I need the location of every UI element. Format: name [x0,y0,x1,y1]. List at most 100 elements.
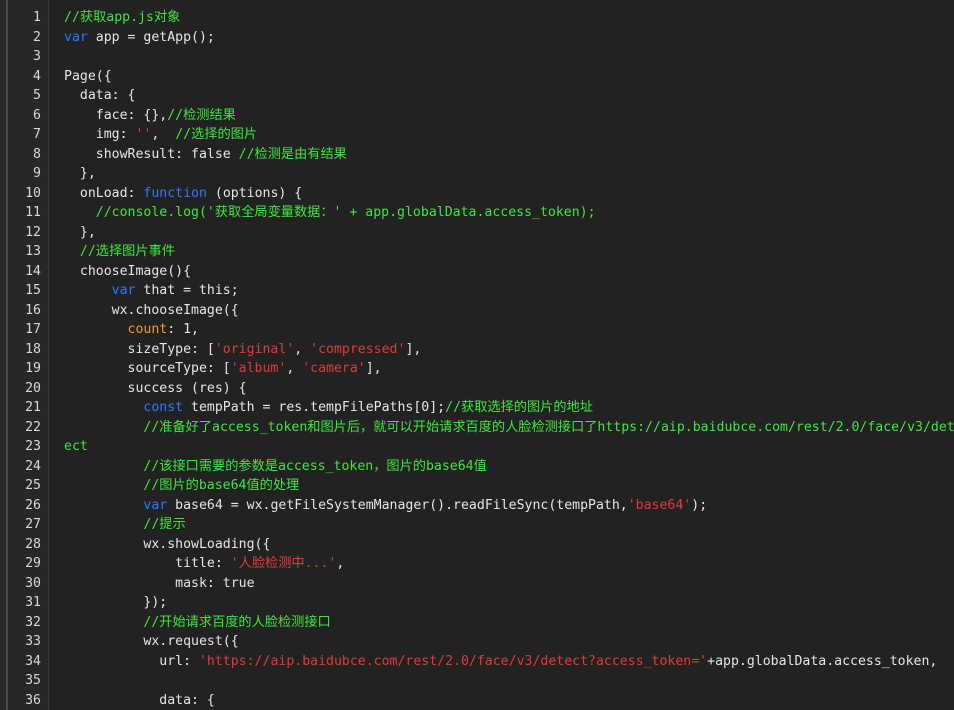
code-content[interactable]: const tempPath = res.tempFilePaths[0];//… [64,398,954,418]
code-line[interactable]: 16 wx.chooseImage({ [0,301,954,321]
code-text: onLoad: [64,185,144,201]
code-line[interactable]: 26 var base64 = wx.getFileSystemManager(… [0,496,954,516]
code-line[interactable]: 33 wx.request({ [0,632,954,652]
code-line[interactable]: 10 onLoad: function (options) { [0,184,954,204]
code-line[interactable]: 29 title: '人脸检测中...', [0,554,954,574]
code-line[interactable]: 15 var that = this; [0,281,954,301]
code-content[interactable]: face: {},//检测结果 [64,106,954,126]
code-content[interactable]: wx.showLoading({ [64,535,954,555]
code-line[interactable]: 27 //提示 [0,515,954,535]
code-line[interactable]: 18 sizeType: ['original', 'compressed'], [0,340,954,360]
code-line[interactable]: 6 face: {},//检测结果 [0,106,954,126]
code-keyword: const [143,400,184,415]
line-number: 17 [25,322,41,337]
line-number: 34 [25,653,41,669]
code-line[interactable]: 4 Page({ [0,67,954,87]
code-line[interactable]: 35 [0,671,954,691]
line-number: 9 [33,166,41,181]
code-content[interactable]: data: { [64,691,954,710]
code-content[interactable]: onLoad: function (options) { [64,184,954,204]
code-content[interactable]: success (res) { [64,379,954,399]
code-line[interactable]: 12 }, [0,223,954,243]
code-content[interactable]: count: 1, [64,320,954,340]
code-content[interactable]: }, [64,223,954,243]
code-content[interactable]: chooseImage(){ [64,262,954,282]
code-text: wx.showLoading({ [64,536,271,552]
line-number: 2 [33,29,41,45]
line-number: 33 [25,634,41,649]
code-line[interactable]: 25 //图片的base64值的处理 [0,476,954,496]
code-string: '人脸检测中...' [230,556,337,571]
code-text: (options) { [206,185,303,201]
code-content[interactable]: //开始请求百度的人脸检测接口 [64,613,954,633]
code-line[interactable]: 7 img: '', //选择的图片 [0,125,954,145]
code-content[interactable]: wx.chooseImage({ [64,301,954,321]
code-content[interactable]: }); [64,593,954,613]
code-content[interactable]: //提示 [64,515,954,535]
line-number: 12 [25,224,41,240]
code-comment: //提示 [64,517,186,532]
code-content[interactable]: sizeType: ['original', 'compressed'], [64,340,954,360]
code-line[interactable]: 14 chooseImage(){ [0,262,954,282]
code-content[interactable]: mask: true [64,574,954,594]
code-line[interactable]: 34 url: 'https://aip.baidubce.com/rest/2… [0,652,954,672]
code-line[interactable]: 24 //该接口需要的参数是access_token，图片的base64值 [0,457,954,477]
line-number: 22 [25,419,41,435]
code-line[interactable]: 2 var app = getApp(); [0,28,954,48]
line-number: 6 [33,107,41,123]
code-line[interactable]: 32 //开始请求百度的人脸检测接口 [0,613,954,633]
code-text: wx.request({ [64,634,239,649]
code-content[interactable]: //console.log('获取全局变量数据：' + app.globalDa… [64,203,954,223]
code-line[interactable]: 9 }, [0,164,954,184]
code-line[interactable]: 11 //console.log('获取全局变量数据：' + app.globa… [0,203,954,223]
code-line[interactable]: 36 data: { [0,691,954,710]
code-line[interactable]: 5 data: { [0,86,954,106]
code-line[interactable]: 28 wx.showLoading({ [0,535,954,555]
code-text: success (res) { [64,380,247,396]
code-text: , [336,556,345,571]
code-content[interactable]: data: { [64,86,954,106]
code-line[interactable]: 3 [0,47,954,67]
code-text: mask: true [64,575,255,591]
code-content[interactable]: title: '人脸检测中...', [64,554,954,574]
code-line[interactable]: 30 mask: true [0,574,954,594]
code-content[interactable]: //选择图片事件 [64,242,954,262]
code-content[interactable]: url: 'https://aip.baidubce.com/rest/2.0/… [64,652,954,672]
code-line[interactable]: 23 ect [0,437,954,457]
code-line[interactable]: 31 }); [0,593,954,613]
code-comment: //开始请求百度的人脸检测接口 [64,614,331,630]
code-line[interactable]: 1 //获取app.js对象 [0,8,954,28]
code-content[interactable]: wx.request({ [64,632,954,652]
code-content[interactable]: //获取app.js对象 [64,8,954,28]
code-line[interactable]: 22 //准备好了access_token和图片后，就可以开始请求百度的人脸检测… [0,418,954,438]
code-line[interactable]: 13 //选择图片事件 [0,242,954,262]
code-content[interactable]: showResult: false //检测是由有结果 [64,145,954,165]
code-lines[interactable]: 1//获取app.js对象 2 var app = getApp(); 3 4 Page(… [0,8,954,710]
code-content[interactable]: var app = getApp(); [64,28,954,48]
line-number: 29 [25,556,41,571]
code-content[interactable]: var that = this; [64,281,954,301]
code-content[interactable]: img: '', //选择的图片 [64,125,954,145]
line-number: 31 [25,595,41,610]
code-content[interactable]: }, [64,164,954,184]
code-text: base64 = wx.getFileSystemManager().readF… [167,497,628,513]
code-string: 'compressed' [310,341,406,357]
code-line[interactable]: 20 success (res) { [0,379,954,399]
code-comment: ect [64,439,88,454]
code-text: , [286,361,303,376]
code-line[interactable]: 19 sourceType: ['album', 'camera'], [0,359,954,379]
code-editor[interactable]: 1//获取app.js对象 2 var app = getApp(); 3 4 Page(… [0,0,954,710]
code-content[interactable]: //准备好了access_token和图片后，就可以开始请求百度的人脸检测接口了… [64,418,954,438]
code-content[interactable]: //图片的base64值的处理 [64,476,954,496]
code-line[interactable]: 17 count: 1, [0,320,954,340]
code-line[interactable]: 21 const tempPath = res.tempFilePaths[0]… [0,398,954,418]
code-text: sourceType: [ [64,361,231,376]
code-content[interactable]: sourceType: ['album', 'camera'], [64,359,954,379]
code-line[interactable]: 8 showResult: false //检测是由有结果 [0,145,954,165]
code-comment: //检测结果 [167,107,236,123]
code-content[interactable]: ect [64,437,954,457]
code-content[interactable]: //该接口需要的参数是access_token，图片的base64值 [64,457,954,477]
code-content[interactable]: Page({ [64,67,954,87]
code-content[interactable]: var base64 = wx.getFileSystemManager().r… [64,496,954,516]
